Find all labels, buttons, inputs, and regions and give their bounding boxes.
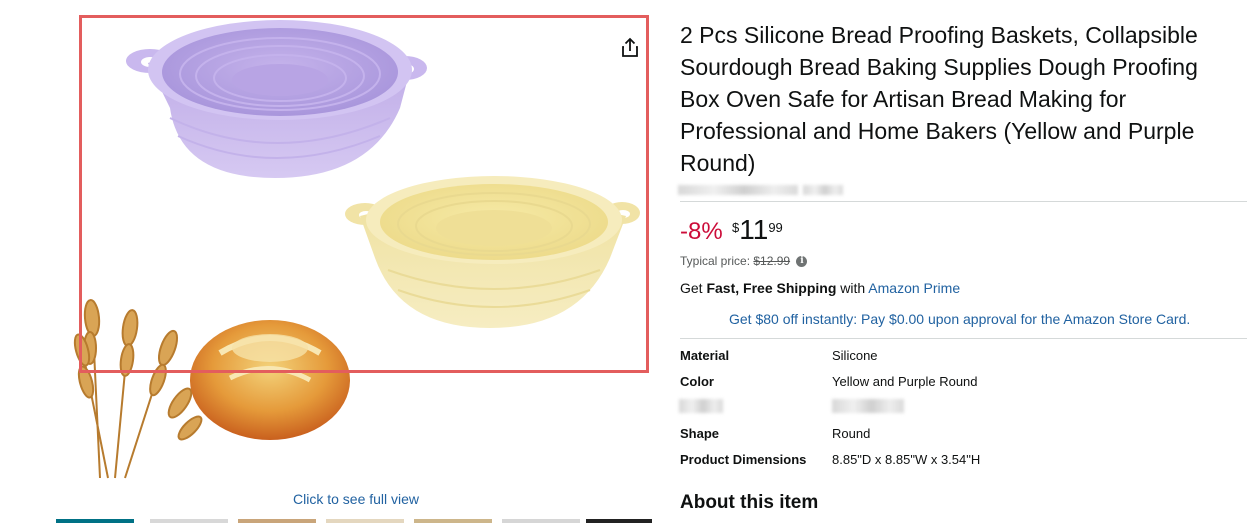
- thumbnail-1[interactable]: [56, 519, 134, 523]
- share-icon[interactable]: [618, 36, 642, 60]
- thumbnail-7[interactable]: [586, 519, 652, 523]
- thumbnail-2[interactable]: [150, 519, 228, 523]
- thumbnail-3[interactable]: [238, 519, 316, 523]
- divider: [680, 338, 1247, 339]
- product-title: 2 Pcs Silicone Bread Proofing Baskets, C…: [680, 22, 1198, 176]
- spec-label-shape: Shape: [680, 426, 720, 441]
- shipping-prefix: Get: [680, 280, 703, 296]
- typical-price: Typical price: $12.99 i: [680, 254, 808, 268]
- image-highlight-frame: [79, 15, 649, 373]
- thumbnail-6[interactable]: [502, 519, 580, 523]
- spec-label-color: Color: [680, 374, 714, 389]
- amazon-prime-link[interactable]: Amazon Prime: [868, 280, 960, 296]
- redacted-byline: [678, 182, 848, 200]
- shipping-with: with: [840, 280, 866, 296]
- info-icon[interactable]: i: [796, 256, 808, 268]
- about-heading: About this item: [680, 492, 819, 513]
- shipping-bold: Fast, Free Shipping: [706, 280, 837, 296]
- price: $1199: [732, 214, 783, 246]
- spec-value-color: Yellow and Purple Round: [832, 374, 978, 389]
- discount-percent: -8%: [680, 218, 723, 245]
- full-view-link[interactable]: Click to see full view: [293, 491, 419, 507]
- spec-value-shape: Round: [832, 426, 871, 441]
- spec-label-dimensions: Product Dimensions: [680, 452, 807, 467]
- redacted-spec-label: [679, 399, 723, 413]
- spec-value-material: Silicone: [832, 348, 878, 363]
- typical-price-value: $12.99: [753, 254, 791, 268]
- product-image-area[interactable]: Click to see full view: [0, 0, 660, 523]
- spec-label-material: Material: [680, 348, 730, 363]
- typical-price-label: Typical price:: [680, 254, 751, 268]
- shipping-info: Get Fast, Free Shipping with Amazon Prim…: [680, 280, 960, 296]
- price-whole: 11: [739, 214, 769, 245]
- thumbnail-5[interactable]: [414, 519, 492, 523]
- price-fraction: 99: [768, 220, 783, 235]
- spec-value-dimensions: 8.85"D x 8.85"W x 3.54"H: [832, 452, 981, 467]
- price-symbol: $: [732, 220, 740, 235]
- store-card-offer-link[interactable]: Get $80 off instantly: Pay $0.00 upon ap…: [729, 311, 1190, 327]
- thumbnail-4[interactable]: [326, 519, 404, 523]
- divider: [680, 201, 1247, 202]
- redacted-spec-value: [832, 399, 904, 413]
